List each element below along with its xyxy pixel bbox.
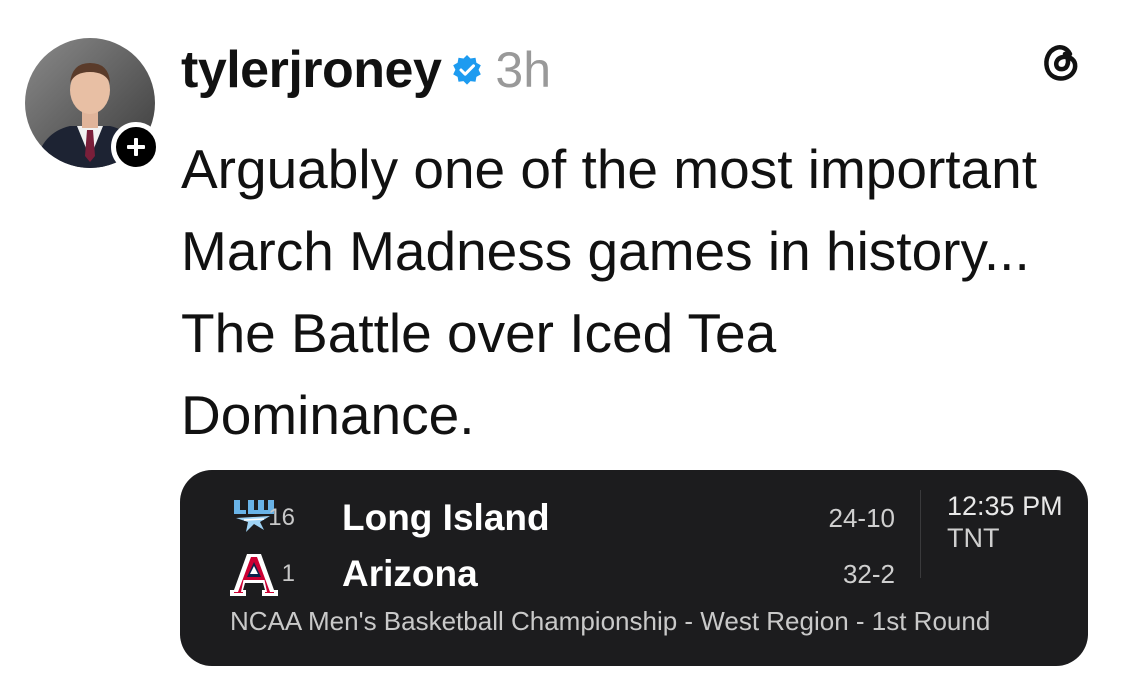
divider <box>920 490 921 578</box>
team-row: 16 Long Island 24-10 <box>180 492 920 544</box>
post-header: tylerjroney 3h <box>181 34 551 106</box>
team-seed: 16 <box>268 504 295 531</box>
post-timestamp: 3h <box>495 42 552 98</box>
team-record: 32-2 <box>842 558 895 589</box>
arizona-logo-icon <box>230 554 278 596</box>
verified-badge-icon <box>453 55 482 85</box>
tv-network: TNT <box>947 523 1000 553</box>
team-name: Arizona <box>342 553 478 594</box>
follow-button[interactable] <box>111 122 161 172</box>
game-time: 12:35 PM <box>947 491 1063 521</box>
username-link[interactable]: tylerjroney <box>181 40 442 100</box>
plus-icon <box>127 138 145 156</box>
post-text: Arguably one of the most important March… <box>181 138 1038 446</box>
team-seed: 1 <box>281 560 295 587</box>
threads-logo-icon <box>1044 45 1078 81</box>
team-record: 24-10 <box>828 502 896 533</box>
team-row: 1 Arizona 32-2 <box>180 548 920 600</box>
event-description: NCAA Men's Basketball Championship - Wes… <box>230 606 991 636</box>
game-card[interactable]: 16 Long Island 24-10 1 Arizona 32-2 12:3… <box>180 470 1088 666</box>
team-name: Long Island <box>342 497 550 538</box>
